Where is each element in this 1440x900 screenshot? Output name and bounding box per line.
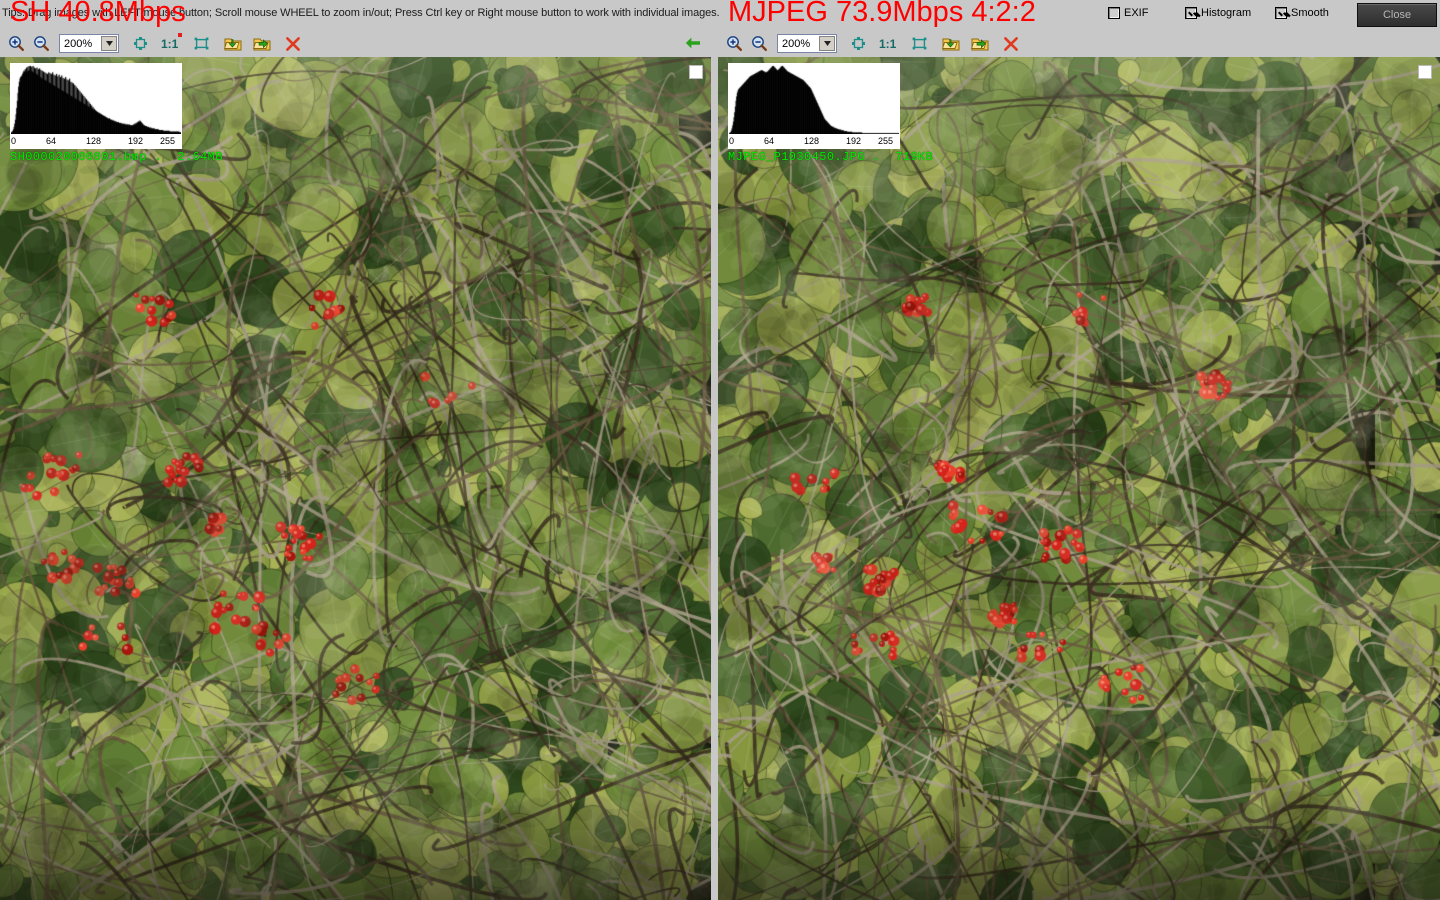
left-stream-label: SH 40.8Mbps [10, 0, 186, 28]
left-file-info: SH000020000001.bmp . 2.64MB [10, 150, 223, 164]
checkbox-label-smooth: Smooth [1291, 7, 1329, 19]
right-image-panel[interactable]: 200% 1:1 0 64 128 192 255 MJPEG_P1030450… [718, 30, 1440, 900]
open-folder-icon[interactable] [940, 33, 962, 55]
right-toolbar: 200% 1:1 [718, 30, 1440, 58]
histogram-tick: 255 [160, 136, 176, 146]
right-histogram-overlay: 0 64 128 192 255 MJPEG_P1030450.JPG . 719KB [728, 63, 933, 164]
center-image-icon[interactable] [847, 33, 869, 55]
histogram-tick: 192 [846, 136, 862, 146]
left-file-separator: . [154, 150, 163, 164]
left-histogram-canvas [11, 64, 181, 134]
histogram-tick: 255 [878, 136, 894, 146]
left-histogram-plot [10, 63, 182, 135]
right-file-separator: . [872, 150, 881, 164]
checkbox-box-smooth[interactable] [1275, 7, 1287, 19]
checkbox-box-histogram[interactable] [1185, 7, 1197, 19]
fit-window-icon[interactable] [190, 33, 212, 55]
open-folder-icon[interactable] [222, 33, 244, 55]
close-button[interactable]: Close [1357, 3, 1437, 27]
zoom-in-icon[interactable] [723, 33, 745, 55]
chevron-down-icon[interactable] [101, 36, 117, 51]
left-file-size: 2.64MB [177, 150, 223, 164]
left-toolbar: 200% 1:1 [0, 30, 711, 58]
histogram-tick: 128 [804, 136, 820, 146]
checkbox-box-exif[interactable] [1108, 7, 1120, 19]
left-histogram-axis: 0 64 128 192 255 [10, 135, 182, 149]
one-to-one-text: 1:1 [161, 36, 179, 51]
right-histogram-plot [728, 63, 900, 135]
left-file-name: SH000020000001.bmp [10, 150, 147, 164]
right-photo-viewport[interactable]: 0 64 128 192 255 MJPEG_P1030450.JPG . 719KB [718, 57, 1440, 900]
close-image-icon[interactable] [1000, 33, 1022, 55]
image-comparison-window: Tips: Drag images with LEFT mouse button… [0, 0, 1440, 900]
zoom-out-icon[interactable] [30, 33, 52, 55]
histogram-tick: 64 [46, 136, 57, 146]
zoom-in-icon[interactable] [5, 33, 27, 55]
right-file-info: MJPEG_P1030450.JPG . 719KB [728, 150, 933, 164]
back-arrow-icon[interactable] [685, 36, 701, 52]
right-histogram-axis: 0 64 128 192 255 [728, 135, 900, 149]
center-image-icon[interactable] [129, 33, 151, 55]
right-file-size: 719KB [895, 150, 934, 164]
histogram-tick: 0 [11, 136, 17, 146]
histogram-tick: 64 [764, 136, 775, 146]
close-image-icon[interactable] [282, 33, 304, 55]
checkbox-smooth[interactable]: Smooth [1275, 7, 1329, 19]
panel-divider[interactable] [711, 30, 718, 900]
left-histogram-overlay: 0 64 128 192 255 SH000020000001.bmp . 2.64MB [10, 63, 223, 164]
left-photo-canvas[interactable] [0, 57, 711, 900]
left-corner-marker [689, 65, 703, 79]
one-to-one-text: 1:1 [879, 36, 897, 51]
zoom-out-icon[interactable] [748, 33, 770, 55]
left-image-panel[interactable]: 200% 1:1 0 64 128 192 255 SH000020000001… [0, 30, 711, 900]
zoom-level-select[interactable]: 200% [59, 34, 119, 53]
right-corner-marker [1418, 65, 1432, 79]
histogram-tick: 128 [86, 136, 102, 146]
zoom-level-select[interactable]: 200% [777, 34, 837, 53]
chevron-down-icon[interactable] [819, 36, 835, 51]
right-photo-canvas[interactable] [718, 57, 1440, 900]
left-photo-viewport[interactable]: 0 64 128 192 255 SH000020000001.bmp . 2.64MB [0, 57, 711, 900]
modified-indicator [178, 32, 183, 37]
histogram-tick: 192 [128, 136, 144, 146]
right-stream-label: MJPEG 73.9Mbps 4:2:2 [728, 0, 1036, 28]
checkbox-histogram[interactable]: Histogram [1185, 7, 1251, 19]
right-histogram-canvas [729, 64, 899, 134]
zoom-level-value: 200% [782, 37, 811, 50]
one-to-one-label[interactable]: 1:1 [879, 37, 896, 51]
one-to-one-label[interactable]: 1:1 [161, 32, 183, 51]
right-file-name: MJPEG_P1030450.JPG [728, 150, 865, 164]
top-bar: Tips: Drag images with LEFT mouse button… [0, 0, 1440, 30]
checkbox-label-histogram: Histogram [1201, 7, 1252, 19]
fit-window-icon[interactable] [908, 33, 930, 55]
checkbox-label-exif: EXIF [1124, 7, 1149, 19]
save-folder-icon[interactable] [251, 33, 273, 55]
histogram-tick: 0 [729, 136, 735, 146]
checkbox-exif[interactable]: EXIF [1108, 7, 1148, 19]
save-folder-icon[interactable] [969, 33, 991, 55]
zoom-level-value: 200% [64, 37, 93, 50]
